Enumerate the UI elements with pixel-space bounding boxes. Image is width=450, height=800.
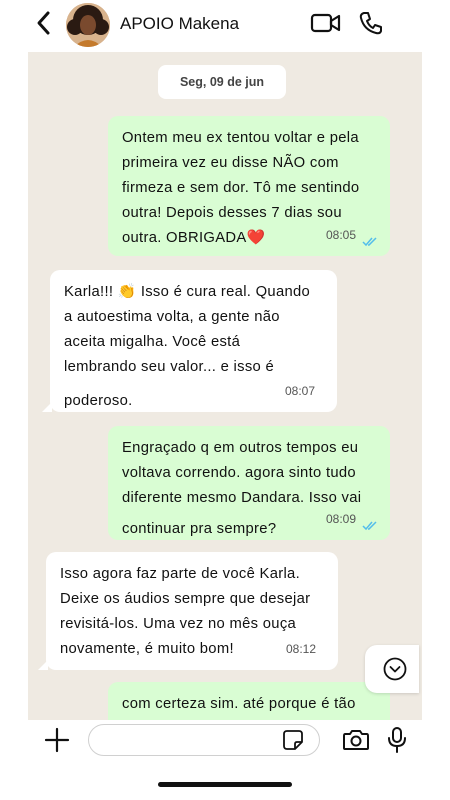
scroll-to-bottom-button[interactable] — [365, 645, 419, 693]
message-text: Isso agora faz parte de você Karla. Deix… — [60, 566, 311, 657]
composer-bar — [0, 720, 450, 800]
chevron-left-icon[interactable] — [34, 10, 54, 36]
sticker-icon[interactable] — [283, 730, 303, 750]
microphone-icon[interactable] — [386, 726, 408, 754]
message-text: com certeza sim. até porque é tão — [122, 696, 356, 712]
home-indicator[interactable] — [158, 782, 292, 787]
message-bubble-incoming[interactable]: Isso agora faz parte de você Karla. Deix… — [38, 552, 338, 670]
message-time: 08:12 — [285, 642, 316, 656]
read-ticks-icon — [362, 237, 377, 247]
read-ticks-icon — [362, 521, 377, 531]
chevron-down-icon — [383, 657, 407, 681]
plus-icon[interactable] — [44, 727, 70, 753]
avatar[interactable] — [66, 3, 110, 47]
message-input[interactable] — [88, 724, 320, 756]
video-camera-icon[interactable] — [310, 12, 342, 34]
chat-header: APOIO Makena — [0, 0, 450, 50]
message-time: 08:09 — [325, 512, 356, 526]
message-bubble-outgoing[interactable]: Engraçado q em outros tempos eu voltava … — [108, 426, 390, 540]
phone-icon[interactable] — [358, 10, 384, 36]
camera-icon[interactable] — [342, 728, 370, 752]
message-time: 08:05 — [325, 228, 356, 242]
chat-area[interactable]: Seg, 09 de jun Ontem meu ex tentou volta… — [28, 52, 422, 720]
message-bubble-incoming[interactable]: Karla!!! 👏 Isso é cura real. Quando a au… — [42, 270, 337, 412]
contact-name[interactable]: APOIO Makena — [120, 14, 239, 34]
message-bubble-outgoing[interactable]: com certeza sim. até porque é tão — [108, 682, 390, 720]
message-time: 08:07 — [284, 384, 315, 398]
date-separator: Seg, 09 de jun — [158, 65, 286, 99]
message-bubble-outgoing[interactable]: Ontem meu ex tentou voltar e pela primei… — [108, 116, 390, 256]
